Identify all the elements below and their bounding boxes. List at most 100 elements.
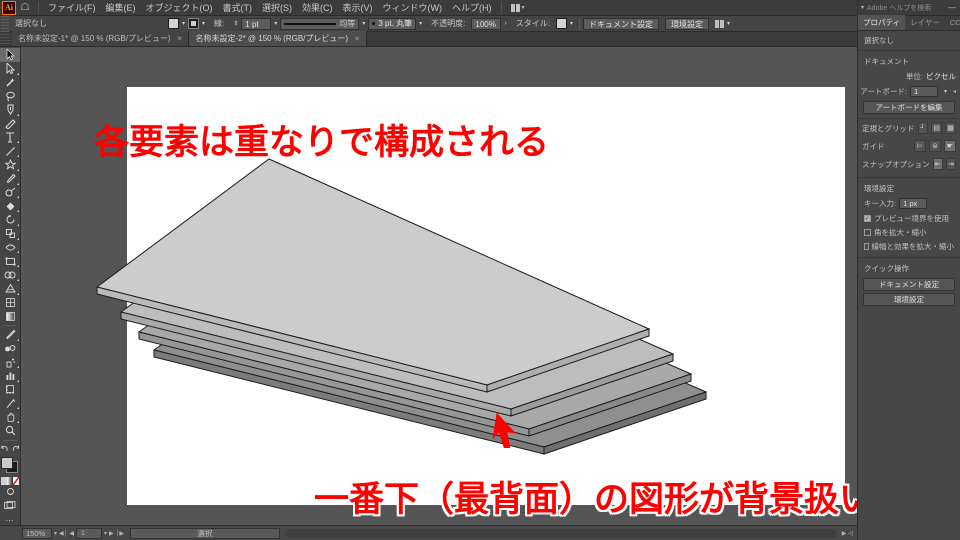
artboard-number-field[interactable]: 1 (76, 527, 103, 539)
hand-tool[interactable] (0, 410, 20, 424)
checkbox-scale-corners[interactable]: 角を拡大・縮小 (858, 225, 960, 239)
none-swatch-icon[interactable] (13, 476, 19, 485)
graphic-style-swatch[interactable] (555, 18, 567, 29)
opacity-input[interactable]: 100% (471, 17, 502, 30)
preferences-button[interactable]: 環境設定 (664, 17, 709, 30)
fill-color-swatch[interactable] (168, 18, 179, 29)
pen-tool[interactable] (0, 103, 20, 117)
artboard-select[interactable]: 1 (909, 86, 938, 97)
direct-selection-tool[interactable] (0, 62, 20, 76)
menu-effect[interactable]: 効果(C) (297, 0, 338, 16)
artboard-prev-icon[interactable]: ◂ (953, 88, 956, 95)
smart-guides-icon[interactable]: ☛ (944, 140, 956, 152)
type-tool[interactable] (0, 131, 20, 145)
document-tab-1[interactable]: 名称未設定-1* @ 150 % (RGB/プレビュー) ✕ (12, 31, 190, 46)
home-icon[interactable]: ☖ (16, 2, 34, 13)
checkbox-checked-icon[interactable]: ✓ (864, 214, 871, 222)
arrange-documents-button[interactable]: ▾ (506, 3, 530, 12)
paintbrush-tool[interactable] (0, 172, 20, 186)
free-transform-tool[interactable] (0, 254, 20, 268)
panel-minimize-button[interactable]: — (948, 3, 960, 12)
column-graph-tool[interactable] (0, 369, 20, 383)
shaper-tool[interactable] (0, 186, 20, 200)
symbol-sprayer-tool[interactable] (0, 355, 20, 369)
close-icon[interactable]: ✕ (354, 35, 360, 43)
color-mode-group[interactable] (1, 476, 19, 485)
drawing-mode-button[interactable] (0, 485, 20, 499)
zoom-level-field[interactable]: 150% (22, 527, 52, 539)
next-artboard-icon[interactable]: ▶ (109, 530, 114, 537)
zoom-chevron-down-icon[interactable]: ▾ (54, 530, 57, 537)
scroll-left-icon[interactable]: ◁ (848, 530, 857, 537)
eyedropper-tool[interactable] (0, 328, 20, 342)
shape-builder-tool[interactable] (0, 268, 20, 282)
canvas-area[interactable]: 各要素は重なりで構成される 一番下（最背面）の図形が背景扱い (21, 47, 857, 525)
close-icon[interactable]: ✕ (177, 35, 183, 43)
opacity-expand-icon[interactable]: › (501, 20, 509, 27)
fill-stroke-indicator[interactable] (0, 456, 20, 474)
tab-properties[interactable]: プロパティ (858, 15, 906, 30)
checkbox-unchecked-icon[interactable] (864, 228, 871, 236)
tab-layers[interactable]: レイヤー (905, 15, 945, 30)
shape-tool[interactable] (0, 158, 20, 172)
panel-search-row[interactable]: ▾ Adobe ヘルプを検索 — (858, 0, 960, 16)
document-tab-2[interactable]: 名称未設定-2* @ 150 % (RGB/プレビュー) ✕ (189, 31, 367, 46)
artboard-chevron-down-icon[interactable]: ▾ (104, 530, 107, 537)
show-guides-icon[interactable]: ⊨ (914, 140, 926, 152)
menu-file[interactable]: ファイル(F) (43, 0, 101, 16)
stroke-weight-chevron-down-icon[interactable]: ▾ (271, 20, 280, 27)
checkbox-unchecked-icon[interactable] (864, 242, 869, 250)
fill-indicator-swatch[interactable] (1, 456, 13, 469)
quick-document-setup-button[interactable]: ドキュメント設定 (863, 278, 955, 291)
menu-object[interactable]: オブジェクト(O) (141, 0, 218, 16)
stroke-profile-preview[interactable]: 均等 (280, 17, 360, 30)
eraser-tool[interactable] (0, 199, 20, 213)
slice-tool[interactable] (0, 397, 20, 411)
stroke-color-swatch[interactable] (188, 18, 200, 29)
snap-to-point-icon[interactable]: ⇤ (932, 158, 943, 170)
menu-window[interactable]: ウィンドウ(W) (378, 0, 448, 16)
scroll-right-icon[interactable]: ▶ (842, 530, 847, 537)
menu-view[interactable]: 表示(V) (338, 0, 378, 16)
fill-chevron-down-icon[interactable]: ▾ (179, 20, 188, 27)
control-panel-chevron-down-icon[interactable]: ▾ (724, 20, 733, 27)
horizontal-scrollbar[interactable] (286, 528, 836, 538)
zoom-tool[interactable] (0, 424, 20, 438)
mesh-tool[interactable] (0, 296, 20, 310)
quick-preferences-button[interactable]: 環境設定 (863, 293, 955, 306)
menu-type[interactable]: 書式(T) (218, 0, 258, 16)
lasso-tool[interactable] (0, 89, 20, 103)
edit-artboards-button[interactable]: アートボードを編集 (863, 101, 955, 114)
menu-help[interactable]: ヘルプ(H) (447, 0, 497, 16)
line-segment-tool[interactable] (0, 144, 20, 158)
lock-guides-icon[interactable]: ⊜ (929, 140, 941, 152)
tab-cc-libraries[interactable]: CC ライブラリ (945, 15, 960, 30)
brush-chevron-down-icon[interactable]: ▾ (416, 20, 425, 27)
snap-to-grid-icon[interactable]: ⇥ (945, 158, 956, 170)
undo-redo-group[interactable] (0, 443, 20, 454)
prev-artboard-icon[interactable]: ◀ (69, 530, 74, 537)
first-artboard-icon[interactable]: ◀│ (59, 530, 67, 537)
checkbox-scale-strokes[interactable]: 線幅と効果を拡大・縮小 (858, 239, 960, 253)
rulers-icon[interactable]: ┘ (917, 122, 929, 134)
gradient-tool[interactable] (0, 309, 20, 323)
menu-edit[interactable]: 編集(E) (101, 0, 141, 16)
current-tool-status[interactable]: 選択 (130, 527, 281, 539)
style-chevron-down-icon[interactable]: ▾ (567, 20, 576, 27)
stroke-stepper-icon[interactable]: ⇕ (230, 20, 241, 27)
key-input-field[interactable]: 1 px (899, 198, 928, 209)
scale-tool[interactable] (0, 227, 20, 241)
tab-bar-grip[interactable] (0, 31, 10, 46)
magic-wand-tool[interactable] (0, 76, 20, 90)
last-artboard-icon[interactable]: │▶ (116, 530, 124, 537)
artboard-tool[interactable] (0, 383, 20, 397)
edit-toolbar-button[interactable]: ⋯ (6, 516, 15, 525)
artboard-chevron-down-icon[interactable]: ▾ (941, 88, 950, 95)
stroke-profile-chevron-down-icon[interactable]: ▾ (359, 20, 368, 27)
control-bar-grip[interactable] (1, 15, 9, 32)
perspective-grid-tool[interactable] (0, 282, 20, 296)
curvature-tool[interactable] (0, 117, 20, 131)
stroke-chevron-down-icon[interactable]: ▾ (199, 20, 208, 27)
stroke-weight-input[interactable]: 1 pt (241, 17, 272, 30)
selection-tool[interactable] (0, 48, 20, 62)
